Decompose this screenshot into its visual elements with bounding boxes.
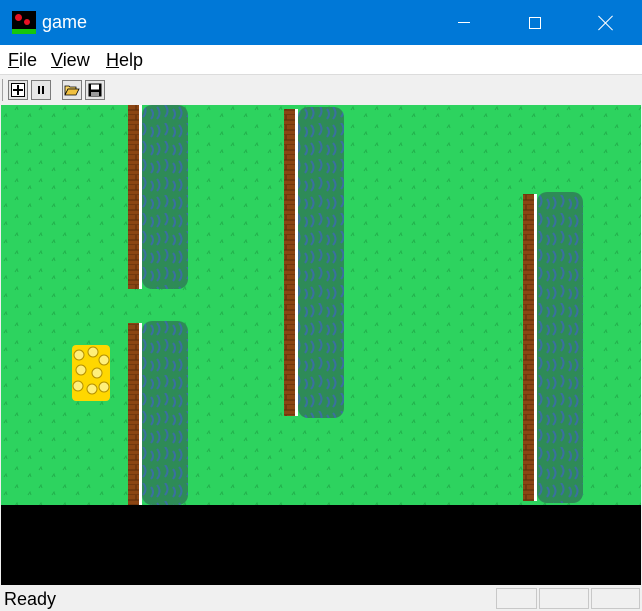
wall-pipe-2 (284, 107, 344, 418)
wall-pipe-3 (523, 192, 583, 503)
bird-sprite (72, 345, 110, 401)
status-text: Ready (4, 589, 57, 609)
save-button[interactable] (85, 80, 105, 100)
title-bar[interactable]: game (0, 0, 642, 45)
plus-square-icon (11, 83, 25, 97)
game-canvas[interactable] (1, 105, 641, 505)
toolbar (0, 76, 642, 104)
wall-pipe-1-top (128, 105, 188, 289)
close-button[interactable] (583, 0, 629, 45)
game-scene (1, 105, 641, 505)
status-panel-1 (496, 588, 537, 609)
menu-bar: File View Help (0, 45, 642, 75)
new-game-button[interactable] (8, 80, 28, 100)
close-icon (598, 15, 614, 31)
open-button[interactable] (62, 80, 82, 100)
wall-pipe-1-bottom (128, 321, 188, 505)
toolbar-grip (2, 79, 3, 101)
minimize-icon (458, 22, 470, 23)
floppy-disk-icon (88, 83, 102, 97)
menu-help[interactable]: Help (106, 50, 143, 70)
game-app-icon[interactable] (12, 11, 36, 34)
game-empty-area (1, 505, 641, 585)
menu-file[interactable]: File (8, 50, 37, 70)
menu-view[interactable]: View (51, 50, 90, 70)
maximize-icon (529, 16, 541, 29)
status-panel-3 (591, 588, 640, 609)
window-title: game (42, 12, 88, 32)
status-panel-2 (539, 588, 589, 609)
status-bar: Ready (0, 586, 642, 611)
game-window: game File View Help Ready (0, 0, 642, 611)
pause-icon (38, 86, 44, 94)
minimize-button[interactable] (441, 0, 487, 45)
maximize-button[interactable] (512, 0, 558, 45)
pause-button[interactable] (31, 80, 51, 100)
folder-open-icon (64, 85, 80, 96)
